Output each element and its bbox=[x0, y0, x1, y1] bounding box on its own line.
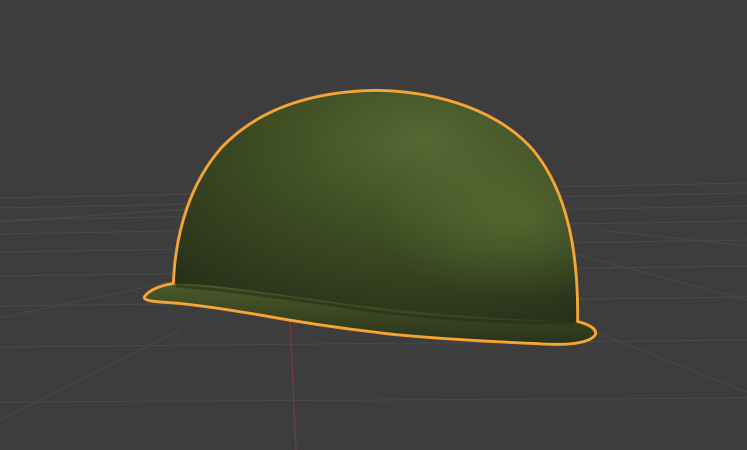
helmet-highlight bbox=[174, 91, 578, 322]
helmet-mesh[interactable] bbox=[142, 88, 598, 346]
grid-line bbox=[559, 249, 747, 301]
viewport-canvas[interactable] bbox=[0, 0, 747, 450]
grid-line bbox=[0, 329, 181, 421]
3d-viewport[interactable] bbox=[0, 0, 747, 450]
grid-line bbox=[599, 229, 747, 247]
grid-line bbox=[0, 397, 747, 403]
grid-line bbox=[589, 329, 747, 393]
x-axis-line bbox=[289, 317, 297, 450]
grid-line bbox=[0, 339, 747, 348]
